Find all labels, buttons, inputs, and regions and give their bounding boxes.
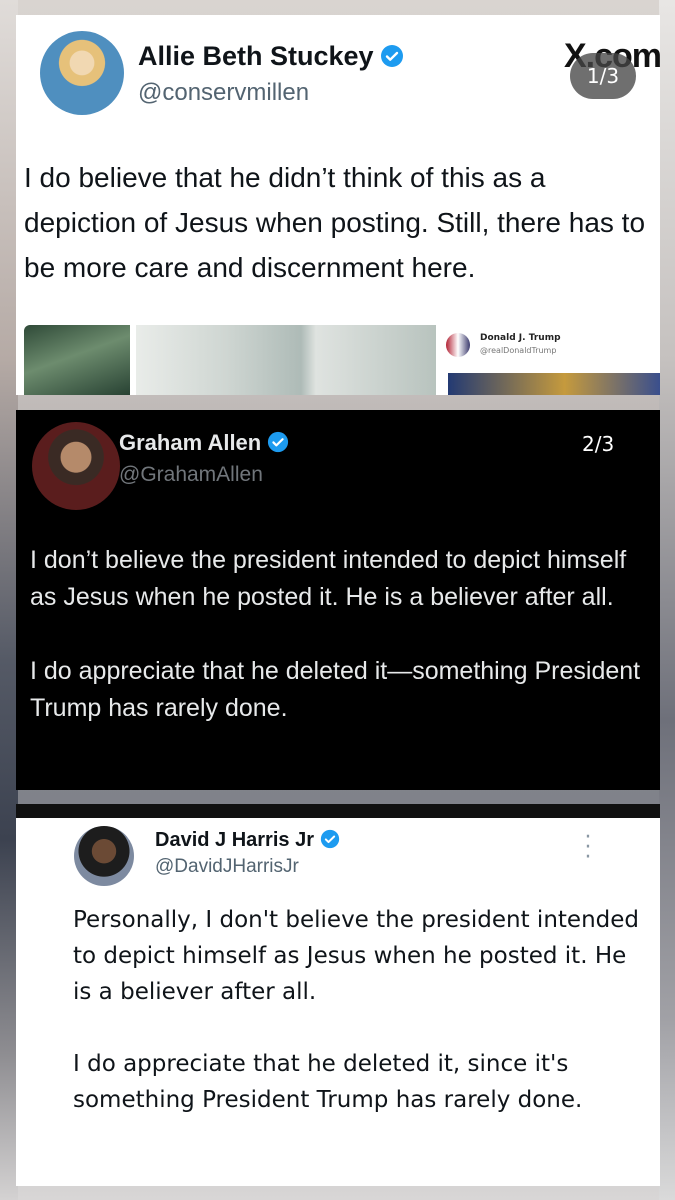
avatar[interactable] (74, 826, 134, 886)
embedded-author-handle: @realDonaldTrump (480, 346, 557, 355)
post-paragraph: I don’t believe the president intended t… (30, 546, 627, 611)
more-vertical-icon[interactable]: · · · (576, 827, 600, 869)
author-handle[interactable]: @GrahamAllen (119, 463, 263, 487)
post-card-graham[interactable]: Graham Allen @GrahamAllen 2/3 I don’t be… (16, 410, 660, 790)
media-image-building[interactable] (136, 325, 436, 395)
verified-badge-icon (320, 829, 340, 849)
post-text: I don’t believe the president intended t… (30, 542, 656, 764)
embedded-author-name: Donald J. Trump (480, 333, 561, 343)
avatar[interactable] (32, 422, 120, 510)
post-card-david[interactable]: David J Harris Jr @DavidJHarrisJr · · · Pe… (16, 804, 660, 1186)
verified-badge-icon (268, 431, 289, 453)
author-handle[interactable]: @conservmillen (138, 79, 309, 107)
verified-badge-icon (380, 45, 403, 67)
embedded-avatar (446, 333, 470, 357)
post-paragraph: I do appreciate that he deleted it, sinc… (73, 1051, 583, 1113)
avatar[interactable] (40, 31, 124, 115)
author-handle[interactable]: @DavidJHarrisJr (155, 856, 299, 878)
author-name[interactable]: Graham Allen (119, 430, 289, 456)
embedded-post[interactable]: Donald J. Trump @realDonaldTrump (440, 325, 660, 395)
author-name[interactable]: Allie Beth Stuckey (138, 41, 404, 72)
embedded-image (448, 373, 660, 395)
post-text: Personally, I don't believe the presiden… (73, 902, 643, 1154)
post-card-allie[interactable]: Allie Beth Stuckey @conservmillen X.com … (16, 15, 662, 395)
post-paragraph: I do appreciate that he deleted it—somet… (30, 657, 641, 722)
media-image-trees[interactable] (24, 325, 130, 395)
carousel-counter: 2/3 (582, 432, 615, 456)
author-name[interactable]: David J Harris Jr (155, 829, 340, 852)
post-paragraph: Personally, I don't believe the presiden… (73, 907, 639, 1005)
post-text: I do believe that he didn’t think of thi… (24, 162, 646, 283)
carousel-counter: 1/3 (570, 53, 636, 99)
post-media[interactable]: Donald J. Trump @realDonaldTrump (16, 325, 660, 395)
background-blur-right (659, 0, 675, 1200)
